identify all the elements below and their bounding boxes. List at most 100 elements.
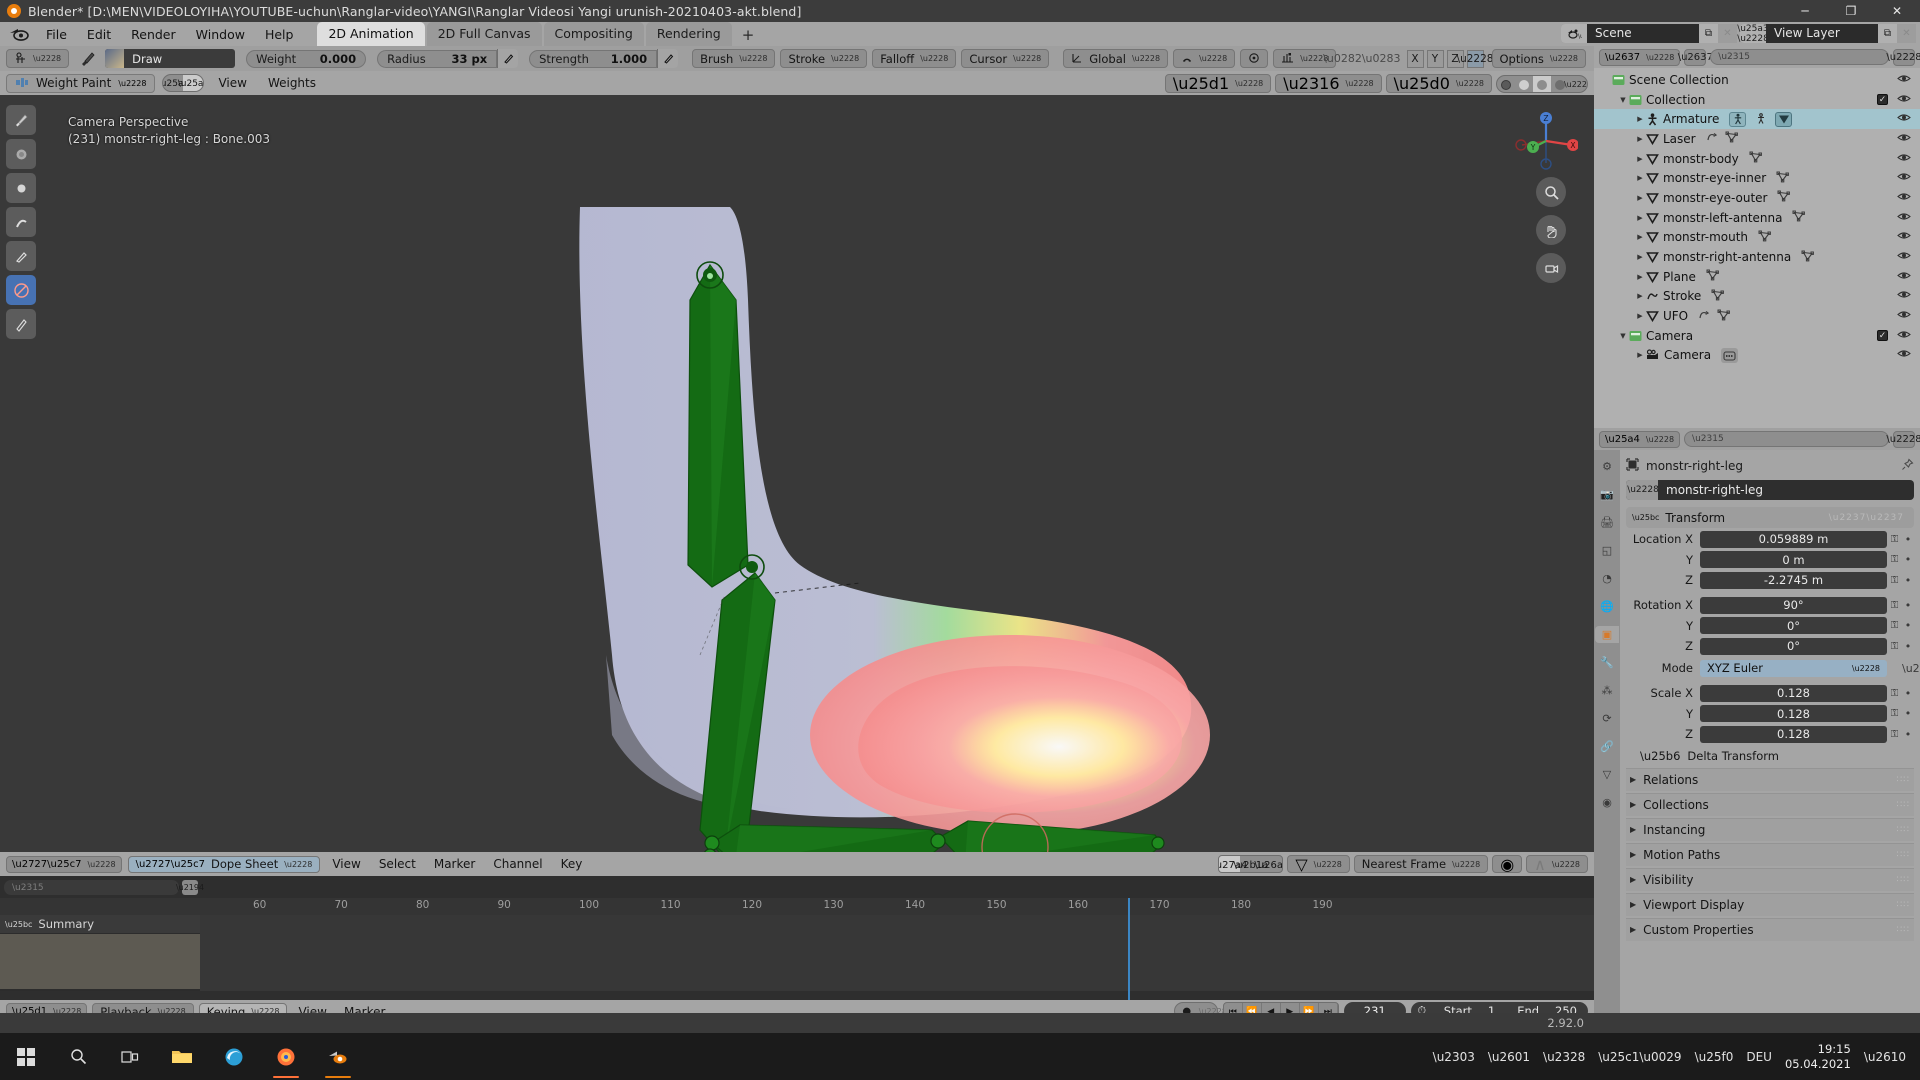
rotation-row-1[interactable]: Y 0° ⚿ • <box>1626 616 1914 635</box>
rotation-row-2[interactable]: Z 0° ⚿ • <box>1626 637 1914 656</box>
taskbar-blender[interactable] <box>312 1033 364 1080</box>
taskbar-file-explorer[interactable] <box>156 1033 208 1080</box>
panel-instancing[interactable]: ▶ Instancing ∷∷ <box>1626 817 1914 841</box>
properties-tab-modifier[interactable]: 🔧 <box>1598 654 1616 671</box>
outliner-row-monstr-eye-inner[interactable]: ▶ monstr-eye-inner <box>1594 168 1920 188</box>
collection-checkbox[interactable]: ✓ <box>1877 330 1888 342</box>
taskbar-search-button[interactable] <box>52 1033 104 1080</box>
zoom-icon[interactable] <box>1536 177 1566 207</box>
visibility-eye-icon[interactable] <box>1897 348 1911 362</box>
properties-tab-render[interactable]: 📷 <box>1598 486 1616 503</box>
lock-icon[interactable]: ⚿ <box>1887 620 1902 631</box>
onedrive-icon[interactable]: \u2601 <box>1488 1050 1530 1064</box>
weight-slider[interactable]: Weight 0.000 <box>246 49 367 68</box>
rotation-value-field[interactable]: 0° <box>1700 637 1887 655</box>
lock-icon[interactable]: ⚿ <box>1887 641 1902 652</box>
outliner-row-collection[interactable]: ▼ Collection ✓ <box>1594 90 1920 110</box>
outliner-row-laser[interactable]: ▶ Laser <box>1594 129 1920 149</box>
outliner-row-monstr-eye-outer[interactable]: ▶ monstr-eye-outer <box>1594 188 1920 208</box>
expander-icon[interactable]: ▶ <box>1634 135 1646 143</box>
lock-icon[interactable]: ⚿ <box>1887 688 1902 699</box>
expander-icon[interactable]: ▶ <box>1634 292 1646 300</box>
properties-tab-material[interactable]: ◉ <box>1598 794 1616 811</box>
strength-pressure-icon[interactable] <box>657 49 679 68</box>
visibility-eye-icon[interactable] <box>1897 112 1911 126</box>
panel-relations[interactable]: ▶ Relations ∷∷ <box>1626 767 1914 791</box>
mirror-icon[interactable]: \u0282\u0283 <box>1323 52 1400 65</box>
visibility-eye-icon[interactable] <box>1897 152 1911 166</box>
location-row-1[interactable]: Y 0 m ⚿ • <box>1626 550 1914 569</box>
strength-slider[interactable]: Strength 1.000 <box>529 49 658 68</box>
rotation-row-0[interactable]: Rotation X 90° ⚿ • <box>1626 596 1914 615</box>
radius-control[interactable]: Radius 33 px <box>377 49 519 68</box>
navigation-gizmo[interactable]: Z X Y <box>1514 109 1579 170</box>
task-view-button[interactable] <box>104 1033 156 1080</box>
snap-mode-dropdown[interactable]: Nearest Frame \u2228 <box>1353 855 1489 873</box>
face-mask-icon[interactable]: \u25a2 <box>178 75 204 91</box>
viewport-menu-view[interactable]: View <box>211 76 253 90</box>
transform-orientation-dropdown[interactable]: Global \u2228 <box>1063 49 1169 68</box>
wireframe-shading-icon[interactable] <box>1497 76 1515 92</box>
taskbar-browser-edge[interactable] <box>208 1033 260 1080</box>
tab-2d-animation[interactable]: 2D Animation <box>317 22 425 46</box>
visibility-eye-icon[interactable] <box>1897 329 1911 343</box>
delta-transform-panel[interactable]: \u25b6 Delta Transform <box>1626 747 1914 766</box>
properties-search-input[interactable]: \u2315 <box>1684 431 1889 447</box>
notification-icon[interactable]: \u2610 <box>1864 1050 1906 1064</box>
animate-dot-icon[interactable]: • <box>1902 553 1914 566</box>
summary-channel[interactable]: \u25bc Summary <box>0 915 200 933</box>
animate-dot-icon[interactable]: • <box>1902 728 1914 741</box>
scene-browse-icon[interactable]: \u2228 <box>1561 24 1587 43</box>
cursor-dropdown[interactable]: Cursor \u2228 <box>961 49 1050 68</box>
expander-icon[interactable]: ▶ <box>1634 312 1646 320</box>
outliner-filter-dropdown[interactable]: \u2228 <box>1886 48 1920 66</box>
annotate-tool-icon[interactable] <box>6 309 36 339</box>
lock-icon[interactable]: ⚿ <box>1887 729 1902 740</box>
animate-dot-icon[interactable]: \u2022 <box>1902 662 1920 675</box>
snap-toggle[interactable]: \u2228 <box>1173 49 1236 68</box>
visibility-dropdown[interactable]: \u25d1 \u2228 <box>1164 74 1272 93</box>
close-button[interactable]: ✕ <box>1874 0 1920 22</box>
material-shading-icon[interactable] <box>1533 75 1551 92</box>
properties-tab-data[interactable]: ▽ <box>1598 766 1616 783</box>
tab-compositing[interactable]: Compositing <box>543 22 644 46</box>
scale-value-field[interactable]: 0.128 <box>1700 684 1887 702</box>
scene-new-icon[interactable]: ⧉ <box>1699 24 1718 43</box>
camera-icon[interactable] <box>1536 253 1566 283</box>
animate-dot-icon[interactable]: • <box>1902 533 1914 546</box>
properties-tab-scene[interactable]: ◔ <box>1598 570 1616 587</box>
mirror-dropdown[interactable]: \u2228 <box>1457 49 1493 68</box>
properties-tab-tool[interactable]: ⚙ <box>1598 458 1616 475</box>
viewlayer-name[interactable]: View Layer <box>1766 24 1878 43</box>
outliner-search-input[interactable]: \u2315 <box>1710 49 1889 65</box>
falloff-dropdown[interactable]: Falloff \u2228 <box>872 49 957 68</box>
network-icon[interactable]: \u25f0 <box>1695 1050 1734 1064</box>
mirror-y-toggle[interactable]: Y <box>1426 49 1444 68</box>
tab-rendering[interactable]: Rendering <box>645 22 732 46</box>
select-mode-toggles[interactable]: \u27a4 \u2b1a \u26a0 <box>1218 855 1284 873</box>
properties-tab-constraint[interactable]: 🔗 <box>1598 738 1616 755</box>
properties-filter-dropdown[interactable]: \u2228 <box>1886 430 1920 448</box>
dope-falloff-dropdown[interactable]: ∧ \u2228 <box>1526 855 1588 874</box>
outliner-row-camera[interactable]: ▶ Camera <box>1594 346 1920 366</box>
hand-icon[interactable] <box>1536 215 1566 245</box>
scale-row-0[interactable]: Scale X 0.128 ⚿ • <box>1626 684 1914 703</box>
dope-sheet-ruler[interactable]: 60 70 80 90 100 110 120 130 140 150 160 170 180 190 <box>0 898 1594 915</box>
taskbar-browser-firefox[interactable] <box>260 1033 312 1080</box>
panel-visibility[interactable]: ▶ Visibility ∷∷ <box>1626 867 1914 891</box>
location-row-0[interactable]: Location X 0.059889 m ⚿ • <box>1626 530 1914 549</box>
properties-tab-world[interactable]: 🌐 <box>1598 598 1616 615</box>
outliner-editor[interactable]: \u2637 \u2228 \u2637 \u2315 \u2228 Scene… <box>1594 46 1920 428</box>
outliner-row-monstr-body[interactable]: ▶ monstr-body <box>1594 149 1920 169</box>
visibility-eye-icon[interactable] <box>1897 191 1911 205</box>
expander-icon[interactable]: ▼ <box>1617 96 1629 104</box>
properties-editor-type-dropdown[interactable]: \u25a4 \u2228 <box>1599 430 1681 448</box>
viewport-menu-weights[interactable]: Weights <box>261 76 323 90</box>
menu-file[interactable]: File <box>36 25 77 44</box>
expander-icon[interactable]: ▶ <box>1634 194 1646 202</box>
volume-icon[interactable]: \u25c1\u0029 <box>1598 1050 1681 1064</box>
active-brush-field[interactable]: Draw <box>105 49 236 68</box>
location-value-field[interactable]: 0 m <box>1700 551 1887 568</box>
average-tool-icon[interactable] <box>6 173 36 203</box>
properties-tab-viewlayer[interactable]: ◱ <box>1598 542 1616 559</box>
